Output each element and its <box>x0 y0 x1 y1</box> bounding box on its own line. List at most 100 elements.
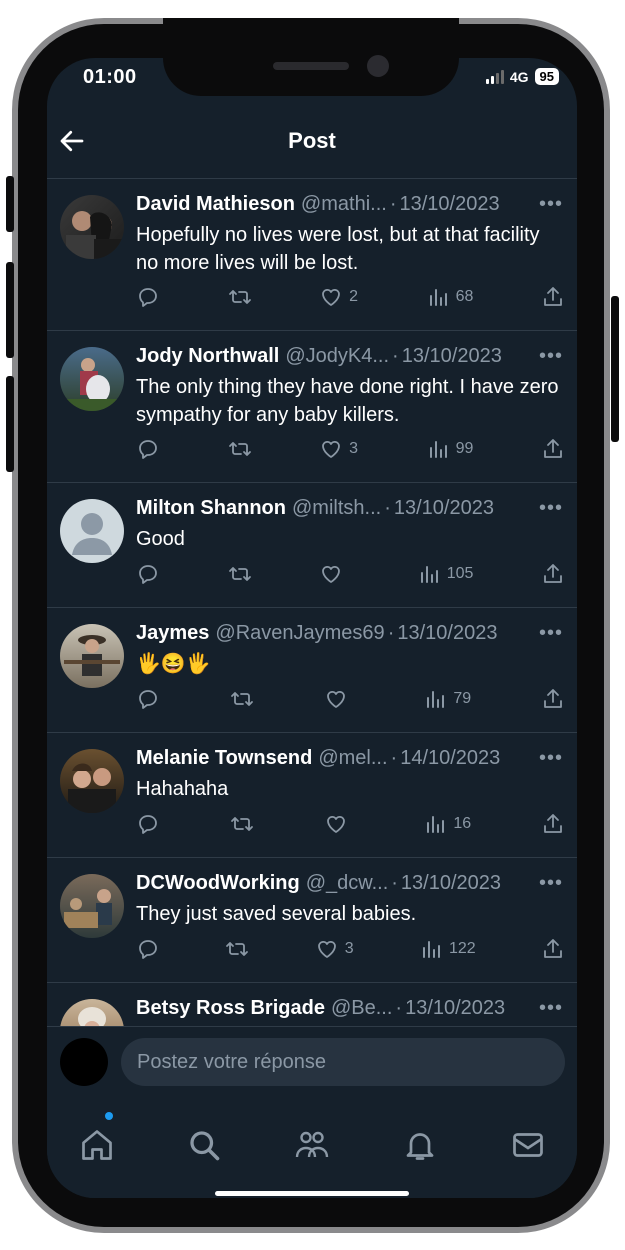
tweet-content: Melanie Townsend @mel... · 14/10/2023 ••… <box>136 747 567 803</box>
tweet-header: Betsy Ross Brigade @Be... · 13/10/2023 <box>136 997 567 1025</box>
tweet-date[interactable]: 13/10/2023 <box>402 345 502 368</box>
notch <box>163 18 459 96</box>
author-name[interactable]: Milton Shannon <box>136 497 286 520</box>
avatar[interactable] <box>60 347 124 411</box>
share-button[interactable] <box>541 812 565 836</box>
tweet-header: Jaymes @RavenJaymes69 · 13/10/2023 <box>136 622 567 650</box>
retweet-button[interactable] <box>230 812 254 836</box>
share-button[interactable] <box>541 437 565 461</box>
like-button[interactable] <box>324 687 354 711</box>
speaker-grille <box>273 62 349 70</box>
search-icon[interactable] <box>186 1127 222 1163</box>
avatar[interactable] <box>60 874 124 938</box>
bell-icon[interactable] <box>402 1127 438 1163</box>
author-name[interactable]: Jaymes <box>136 622 209 645</box>
reply-tweet[interactable]: David Mathieson @mathi... · 13/10/2023 •… <box>47 179 577 331</box>
retweet-button[interactable] <box>225 937 249 961</box>
retweet-button[interactable] <box>228 562 252 586</box>
tweet-date[interactable]: 13/10/2023 <box>399 193 499 216</box>
share-button[interactable] <box>541 937 565 961</box>
reply-tweet[interactable]: Melanie Townsend @mel... · 14/10/2023 ••… <box>47 733 577 858</box>
views-icon <box>427 691 445 708</box>
avatar[interactable] <box>60 624 124 688</box>
views-button[interactable]: 79 <box>423 687 471 711</box>
status-icons: 4G 95 <box>485 68 559 85</box>
more-options-icon[interactable]: ••• <box>539 997 563 1020</box>
reply-button[interactable] <box>136 562 160 586</box>
reply-tweet[interactable]: Milton Shannon @miltsh... · 13/10/2023 •… <box>47 483 577 608</box>
reply-button[interactable] <box>136 437 160 461</box>
views-button[interactable]: 122 <box>419 937 476 961</box>
home-indicator[interactable] <box>215 1191 409 1196</box>
reply-button[interactable] <box>136 812 160 836</box>
author-name[interactable]: Jody Northwall <box>136 345 279 368</box>
home-icon[interactable] <box>79 1127 115 1163</box>
reply-icon <box>139 288 157 307</box>
more-options-icon[interactable]: ••• <box>539 193 563 216</box>
tweet-date[interactable]: 13/10/2023 <box>401 872 501 895</box>
reply-tweet[interactable]: Jaymes @RavenJaymes69 · 13/10/2023 ••• 🖐… <box>47 608 577 733</box>
views-icon <box>429 289 447 306</box>
reply-tweet[interactable]: DCWoodWorking @_dcw... · 13/10/2023 ••• … <box>47 858 577 983</box>
tweet-text: They just saved several babies. <box>136 903 417 925</box>
more-options-icon[interactable]: ••• <box>539 345 563 368</box>
like-button[interactable] <box>319 562 349 586</box>
author-handle[interactable]: @mathi... <box>301 193 387 216</box>
author-handle[interactable]: @mel... <box>318 747 387 770</box>
more-options-icon[interactable]: ••• <box>539 622 563 645</box>
separator-dot: · <box>391 872 398 894</box>
share-icon <box>544 689 562 708</box>
reply-button[interactable] <box>136 687 160 711</box>
tweet-date[interactable]: 14/10/2023 <box>400 747 500 770</box>
default-avatar[interactable] <box>60 499 124 563</box>
avatar[interactable] <box>60 195 124 259</box>
separator-dot: · <box>384 497 391 519</box>
views-icon <box>422 941 440 958</box>
reply-button[interactable] <box>136 285 160 309</box>
like-button[interactable]: 2 <box>319 285 358 309</box>
more-options-icon[interactable]: ••• <box>539 497 563 520</box>
author-name[interactable]: David Mathieson <box>136 193 295 216</box>
retweet-button[interactable] <box>228 437 252 461</box>
heart-icon <box>322 440 341 458</box>
reply-tweet[interactable]: Jody Northwall @JodyK4... · 13/10/2023 •… <box>47 331 577 483</box>
retweet-button[interactable] <box>228 285 252 309</box>
retweet-icon <box>226 942 249 956</box>
more-options-icon[interactable]: ••• <box>539 872 563 895</box>
battery-icon: 95 <box>534 68 559 85</box>
tweet-content: David Mathieson @mathi... · 13/10/2023 •… <box>136 193 567 277</box>
retweet-icon <box>230 692 253 706</box>
like-button[interactable]: 3 <box>319 437 358 461</box>
views-button[interactable]: 68 <box>426 285 473 309</box>
like-button[interactable]: 3 <box>315 937 354 961</box>
author-name[interactable]: Melanie Townsend <box>136 747 312 770</box>
share-button[interactable] <box>541 285 565 309</box>
tweet-date[interactable]: 13/10/2023 <box>405 997 505 1020</box>
avatar[interactable] <box>60 749 124 813</box>
more-options-icon[interactable]: ••• <box>539 747 563 770</box>
author-name[interactable]: DCWoodWorking <box>136 872 300 895</box>
network-label: 4G <box>509 68 529 85</box>
author-handle[interactable]: @_dcw... <box>306 872 389 895</box>
author-handle[interactable]: @Be... <box>331 997 392 1020</box>
reply-button[interactable] <box>136 937 160 961</box>
tweet-date[interactable]: 13/10/2023 <box>394 497 494 520</box>
share-button[interactable] <box>541 687 565 711</box>
author-handle[interactable]: @JodyK4... <box>285 345 389 368</box>
tweet-date[interactable]: 13/10/2023 <box>397 622 497 645</box>
communities-icon[interactable] <box>294 1127 330 1163</box>
like-button[interactable] <box>324 812 354 836</box>
author-name[interactable]: Betsy Ross Brigade <box>136 997 325 1020</box>
retweet-button[interactable] <box>230 687 254 711</box>
author-handle[interactable]: @miltsh... <box>292 497 381 520</box>
tweet-text: Hopefully no lives were lost, but at tha… <box>136 224 540 274</box>
tweet-text: 🖐😆🖐 <box>136 653 211 675</box>
share-button[interactable] <box>541 562 565 586</box>
author-handle[interactable]: @RavenJaymes69 <box>215 622 384 645</box>
reply-input[interactable] <box>121 1038 565 1086</box>
views-button[interactable]: 16 <box>423 812 471 836</box>
own-avatar[interactable] <box>60 1038 108 1086</box>
views-button[interactable]: 105 <box>417 562 473 586</box>
views-button[interactable]: 99 <box>426 437 473 461</box>
mail-icon[interactable] <box>510 1127 546 1163</box>
